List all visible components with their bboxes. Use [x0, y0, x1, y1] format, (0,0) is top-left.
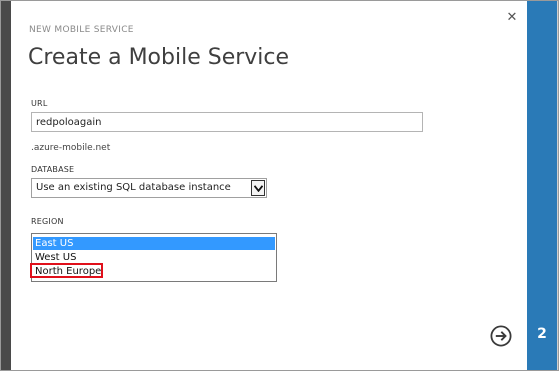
url-input[interactable] — [31, 112, 423, 132]
screenshot-frame: ✕ NEW MOBILE SERVICE Create a Mobile Ser… — [0, 0, 559, 371]
database-label: DATABASE — [31, 165, 75, 174]
dialog-subtitle: NEW MOBILE SERVICE — [29, 25, 134, 35]
frame-edge — [557, 1, 558, 370]
close-icon: ✕ — [506, 10, 518, 25]
url-label: URL — [31, 99, 48, 108]
highlight-box — [30, 263, 103, 278]
step-number: 2 — [537, 326, 547, 342]
dropdown-arrow-button[interactable] — [251, 180, 265, 196]
wizard-step-bar: 2 — [527, 1, 557, 370]
database-select[interactable]: Use an existing SQL database instance — [31, 178, 267, 198]
region-label: REGION — [31, 217, 64, 226]
url-suffix: .azure-mobile.net — [31, 143, 111, 153]
chevron-down-icon — [254, 185, 263, 192]
dialog-title: Create a Mobile Service — [28, 45, 290, 70]
create-mobile-service-dialog: ✕ NEW MOBILE SERVICE Create a Mobile Ser… — [11, 1, 527, 370]
close-button[interactable]: ✕ — [505, 11, 519, 25]
next-button[interactable] — [490, 325, 512, 347]
arrow-right-circle-icon — [490, 325, 512, 347]
database-select-value: Use an existing SQL database instance — [36, 182, 231, 193]
region-option-east-us[interactable]: East US — [33, 237, 275, 250]
